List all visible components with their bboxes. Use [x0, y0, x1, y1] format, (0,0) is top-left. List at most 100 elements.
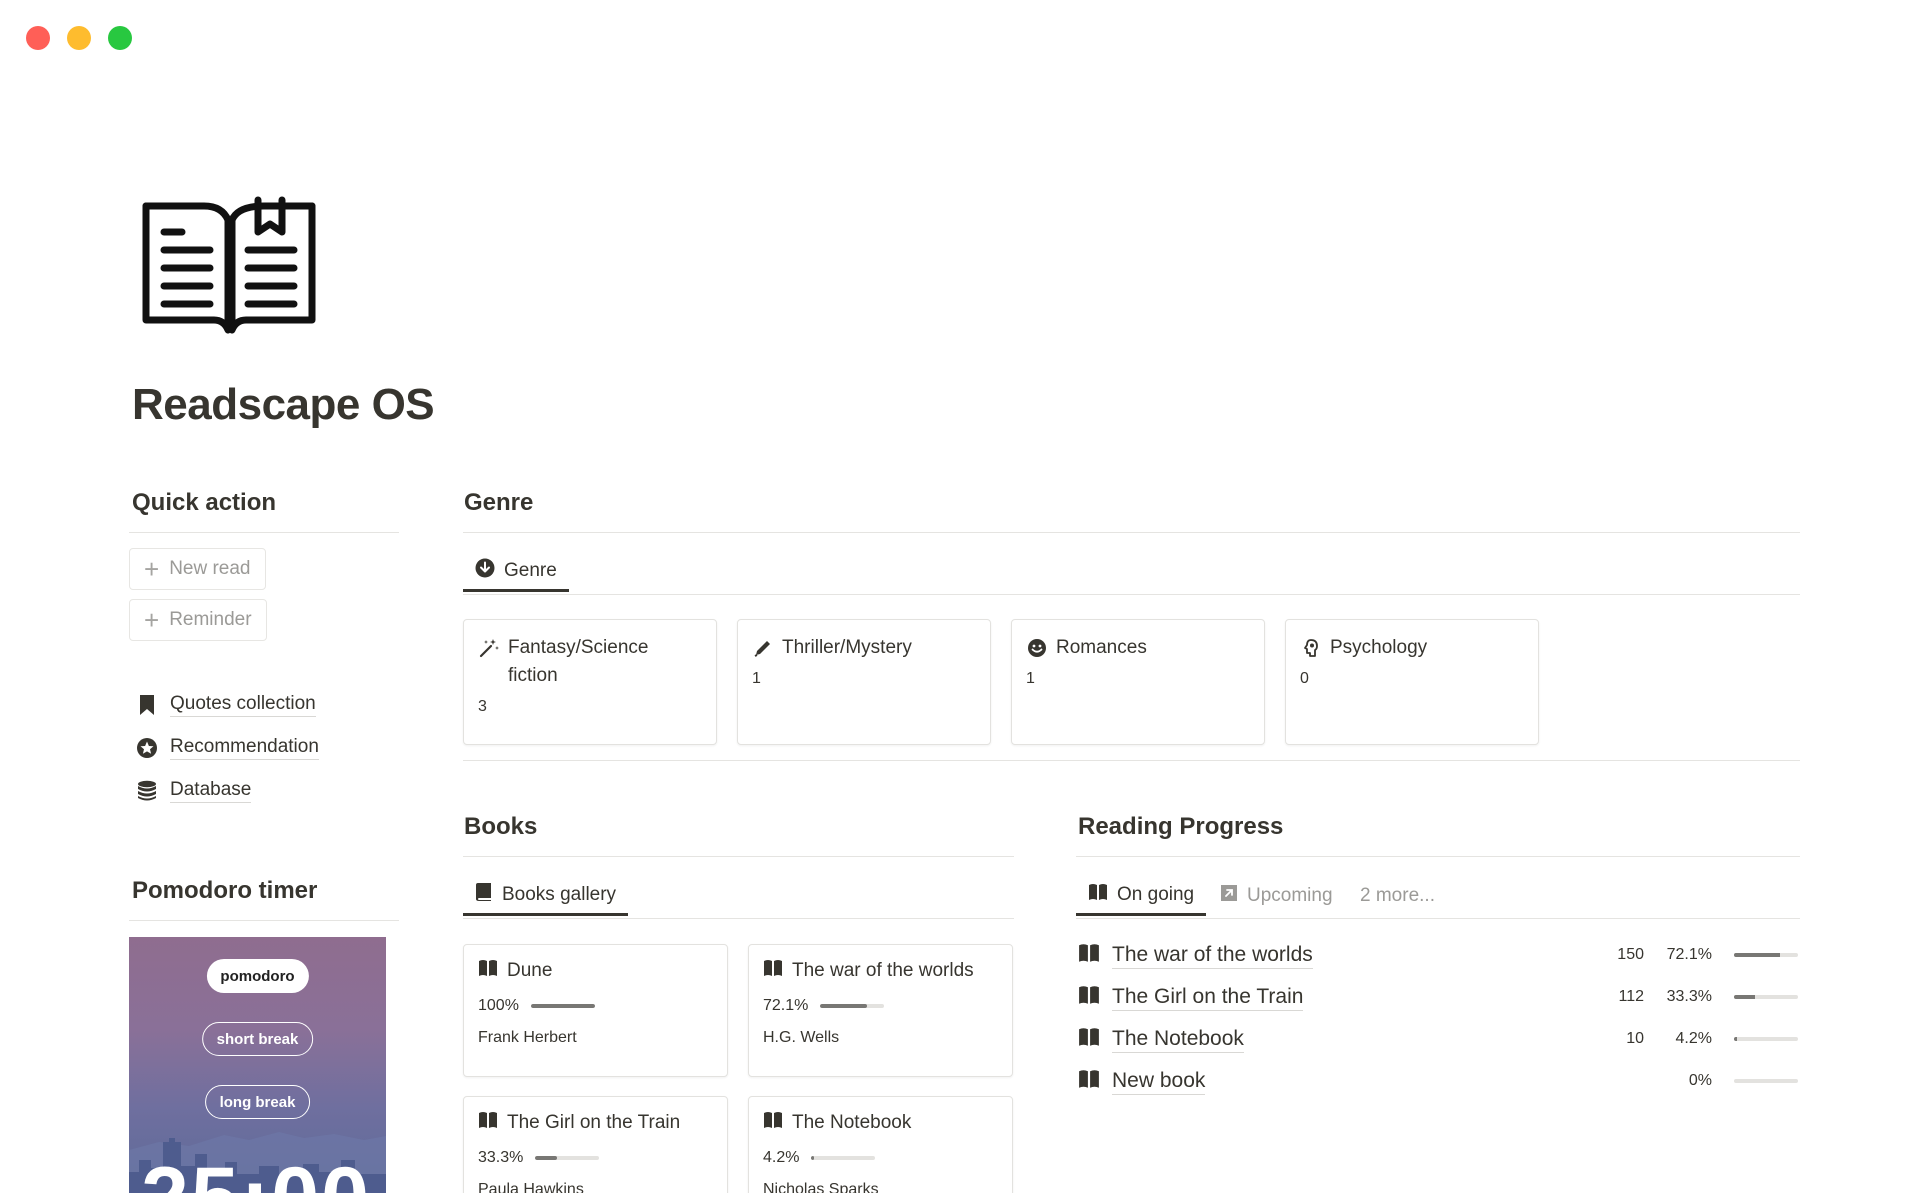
genre-card-fantasy[interactable]: Fantasy/Science fiction 3 [463, 619, 717, 745]
pomodoro-heading: Pomodoro timer [132, 877, 318, 904]
genre-heading: Genre [464, 489, 534, 516]
reminder-label: Reminder [169, 609, 252, 630]
book-title: The Notebook [792, 1112, 912, 1133]
genre-count: 3 [478, 698, 487, 715]
genre-divider [463, 532, 1800, 533]
reading-progress-divider [1076, 856, 1800, 857]
page-title: Readscape OS [132, 380, 435, 429]
tab-books-gallery-label: Books gallery [502, 883, 617, 905]
pomodoro-divider [129, 920, 399, 921]
genre-card-psychology[interactable]: Psychology 0 [1285, 619, 1539, 745]
progress-percent: 33.3% [1666, 988, 1712, 1005]
plus-icon: + [144, 605, 160, 635]
tab-books-gallery[interactable]: Books gallery [463, 876, 629, 916]
progress-row[interactable]: The war of the worlds 150 72.1% [1078, 938, 1800, 972]
new-read-button[interactable]: + New read [129, 548, 266, 590]
pomodoro-mode-button[interactable]: pomodoro [206, 959, 309, 993]
progress-bar [1734, 953, 1798, 957]
book-author: H.G. Wells [763, 1029, 840, 1046]
progress-bar [1734, 995, 1798, 999]
progress-book-title: The Girl on the Train [1112, 984, 1304, 1011]
book-card-the-notebook[interactable]: The Notebook 4.2% Nicholas Sparks [748, 1096, 1013, 1200]
arrow-up-right-icon [1220, 884, 1238, 908]
reminder-button[interactable]: + Reminder [129, 599, 267, 641]
genre-name: Psychology [1330, 637, 1428, 658]
open-book-icon [1078, 985, 1100, 1010]
book-card-girl-on-the-train[interactable]: The Girl on the Train 33.3% Paula Hawkin… [463, 1096, 728, 1200]
book-card-war-of-the-worlds[interactable]: The war of the worlds 72.1% H.G. Wells [748, 944, 1013, 1077]
minimize-window-button[interactable] [67, 26, 91, 50]
more-tabs-label: 2 more... [1360, 885, 1435, 906]
genre-name: Romances [1056, 637, 1147, 658]
more-tabs-button[interactable]: 2 more... [1348, 876, 1447, 916]
progress-pages: 10 [1626, 1030, 1644, 1047]
books-divider [463, 856, 1014, 857]
plus-icon: + [144, 554, 160, 584]
open-book-icon [478, 1111, 498, 1135]
pomodoro-timer-widget[interactable]: pomodoro short break long break 25:00 [129, 937, 386, 1200]
genre-name: Thriller/Mystery [782, 637, 912, 658]
progress-bar [1734, 1037, 1798, 1041]
database-link[interactable]: Database [136, 779, 252, 803]
tab-upcoming-label: Upcoming [1247, 885, 1333, 906]
book-progress-label: 100% [478, 997, 519, 1014]
viewport-bottom-edge [0, 1193, 1920, 1200]
genre-count: 1 [752, 670, 761, 687]
books-tabs-divider [463, 918, 1014, 919]
open-book-icon [1088, 883, 1108, 907]
progress-book-title: New book [1112, 1068, 1206, 1095]
magic-wand-icon [478, 634, 500, 662]
smiley-icon [1026, 634, 1048, 662]
close-window-button[interactable] [26, 26, 50, 50]
progress-pages: 112 [1618, 988, 1644, 1005]
new-read-label: New read [169, 558, 251, 579]
book-progress-label: 4.2% [763, 1149, 800, 1166]
open-book-icon [763, 1111, 783, 1135]
brain-head-icon [1300, 634, 1322, 662]
progress-percent: 72.1% [1666, 946, 1712, 963]
database-label: Database [170, 779, 252, 803]
reading-progress-tabs-divider [1076, 918, 1800, 919]
open-book-icon[interactable] [140, 192, 320, 340]
book-progress-label: 33.3% [478, 1149, 524, 1166]
genre-count: 1 [1026, 670, 1035, 687]
open-book-icon [1078, 943, 1100, 968]
book-progress-bar [530, 1004, 595, 1008]
tab-upcoming[interactable]: Upcoming [1208, 876, 1345, 916]
genre-card-thriller[interactable]: Thriller/Mystery 1 [737, 619, 991, 745]
book-progress-label: 72.1% [763, 997, 809, 1014]
book-title: Dune [507, 960, 553, 981]
open-book-icon [478, 959, 498, 983]
progress-row[interactable]: The Notebook 10 4.2% [1078, 1022, 1800, 1056]
genre-bottom-divider [463, 760, 1800, 761]
progress-percent: 4.2% [1675, 1030, 1712, 1047]
quotes-collection-link[interactable]: Quotes collection [136, 693, 316, 717]
recommendation-label: Recommendation [170, 736, 319, 760]
book-title: The war of the worlds [792, 960, 974, 981]
book-progress-bar [811, 1156, 876, 1160]
recommendation-link[interactable]: Recommendation [136, 736, 319, 760]
genre-count: 0 [1300, 670, 1309, 687]
progress-percent: 0% [1688, 1072, 1712, 1089]
progress-book-title: The Notebook [1112, 1026, 1244, 1053]
tab-on-going[interactable]: On going [1076, 876, 1207, 916]
progress-pages: 150 [1617, 946, 1644, 963]
book-progress-bar [535, 1156, 600, 1160]
tab-genre[interactable]: Genre [463, 552, 569, 592]
tab-genre-label: Genre [504, 559, 557, 581]
open-book-icon [763, 959, 783, 983]
open-book-icon [1078, 1069, 1100, 1094]
quick-action-heading: Quick action [132, 489, 277, 516]
progress-row[interactable]: The Girl on the Train 112 33.3% [1078, 980, 1800, 1014]
book-card-dune[interactable]: Dune 100% Frank Herbert [463, 944, 728, 1077]
progress-row[interactable]: New book 0% [1078, 1064, 1800, 1098]
bookmark-icon [136, 694, 158, 716]
books-heading: Books [464, 813, 538, 840]
maximize-window-button[interactable] [108, 26, 132, 50]
genre-card-romances[interactable]: Romances 1 [1011, 619, 1265, 745]
progress-bar [1734, 1079, 1798, 1083]
short-break-button[interactable]: short break [201, 1022, 314, 1056]
quotes-collection-label: Quotes collection [170, 693, 316, 717]
progress-book-title: The war of the worlds [1112, 942, 1313, 969]
long-break-button[interactable]: long break [204, 1085, 311, 1119]
